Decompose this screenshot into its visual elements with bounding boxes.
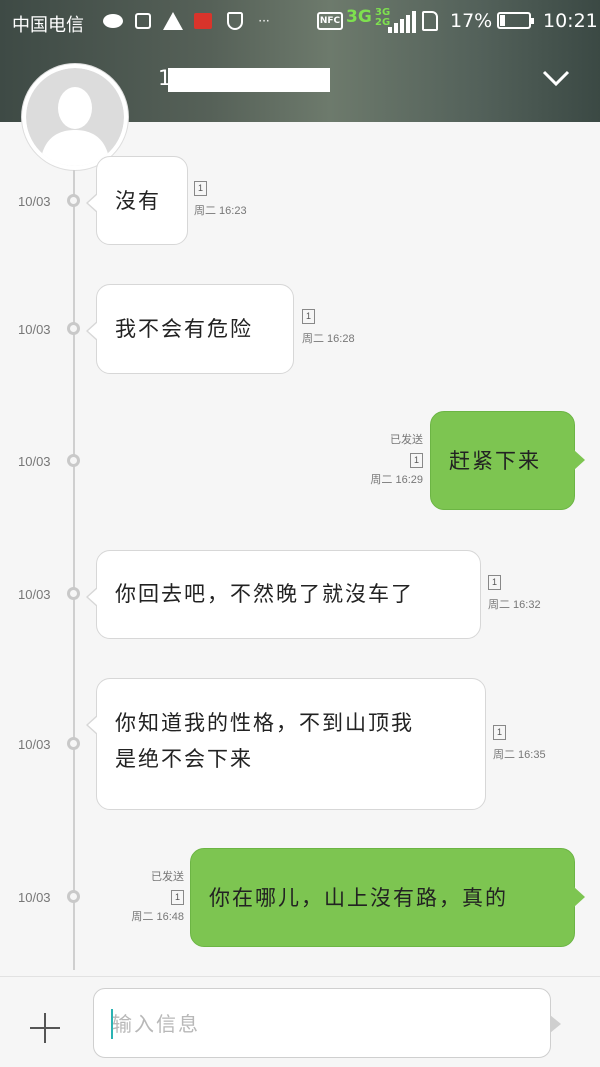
message-date: 10/03 — [18, 737, 51, 752]
outgoing-bubble[interactable]: 赶紧下来 — [430, 411, 585, 510]
message-text-line2: 是绝不会下来 — [115, 747, 253, 771]
huawei-icon — [192, 10, 214, 32]
message-time: 周二 16:32 — [488, 599, 541, 611]
chevron-down-icon[interactable] — [540, 64, 572, 92]
shield-icon — [224, 10, 246, 32]
more-notifications-icon: ··· — [258, 14, 270, 28]
status-time: 10:21 — [543, 10, 598, 32]
sim-badge: 1 — [194, 181, 207, 196]
outgoing-bubble[interactable]: 你在哪儿，山上沒有路，真的 — [190, 848, 585, 947]
message-time: 周二 16:29 — [370, 474, 423, 486]
lock-icon — [132, 10, 154, 32]
message-text: 沒有 — [115, 189, 161, 213]
message-meta: 1 周二 16:35 — [493, 725, 546, 762]
incoming-bubble[interactable]: 我不会有危险 — [86, 284, 294, 374]
sim-icon — [421, 10, 439, 32]
wechat-icon — [102, 10, 124, 32]
sent-status: 已发送 — [151, 871, 184, 883]
message-input-container[interactable] — [93, 988, 561, 1058]
message-time: 周二 16:28 — [302, 333, 355, 345]
timeline-line — [73, 170, 75, 970]
nfc-label: NFC — [316, 12, 344, 30]
message-date: 10/03 — [18, 890, 51, 905]
timeline-dot — [67, 737, 80, 750]
carrier-label: 中国电信 — [12, 15, 84, 36]
status-bar: 中国电信 ··· NFC 3G 3G 2G 17% 10:21 — [0, 0, 600, 44]
message-meta: 已发送 1 周二 16:29 — [355, 433, 423, 487]
network-3g-label: 3G — [346, 7, 372, 27]
message-time: 周二 16:48 — [131, 911, 184, 923]
message-meta: 1 周二 16:28 — [302, 309, 355, 346]
message-meta: 1 周二 16:32 — [488, 575, 541, 612]
contact-name-redacted — [168, 68, 330, 92]
timeline-dot — [67, 454, 80, 467]
timeline-dot — [67, 587, 80, 600]
timeline-dot — [67, 194, 80, 207]
avatar-placeholder-icon — [40, 87, 110, 166]
sent-status: 已发送 — [390, 434, 423, 446]
battery-icon — [497, 12, 534, 29]
message-text-line1: 你知道我的性格，不到山顶我 — [115, 711, 414, 735]
message-meta: 1 周二 16:23 — [194, 181, 247, 218]
add-icon[interactable] — [28, 1011, 62, 1045]
timeline-dot — [67, 890, 80, 903]
sim-badge: 1 — [493, 725, 506, 740]
sim-badge: 1 — [488, 575, 501, 590]
message-date: 10/03 — [18, 194, 51, 209]
battery-percent: 17% — [450, 10, 493, 32]
nfc-icon: NFC — [316, 10, 344, 32]
sim-badge: 1 — [302, 309, 315, 324]
message-time: 周二 16:35 — [493, 749, 546, 761]
sim-badge: 1 — [410, 453, 423, 468]
message-text: 我不会有危险 — [115, 317, 253, 341]
message-input[interactable] — [112, 1007, 532, 1041]
message-date: 10/03 — [18, 587, 51, 602]
contact-avatar[interactable] — [22, 64, 128, 170]
warning-icon — [162, 10, 184, 32]
message-date: 10/03 — [18, 322, 51, 337]
message-text: 赶紧下来 — [449, 449, 541, 473]
message-text: 你在哪儿，山上沒有路，真的 — [209, 886, 508, 910]
message-date: 10/03 — [18, 454, 51, 469]
message-text: 你回去吧，不然晚了就沒车了 — [115, 582, 414, 606]
incoming-bubble[interactable]: 你回去吧，不然晚了就沒车了 — [86, 550, 481, 639]
signal-icon — [388, 11, 416, 33]
incoming-bubble[interactable]: 沒有 — [86, 156, 188, 245]
message-meta: 已发送 1 周二 16:48 — [114, 870, 184, 924]
sim-badge: 1 — [171, 890, 184, 905]
incoming-bubble[interactable]: 你知道我的性格，不到山顶我 是绝不会下来 — [86, 678, 486, 810]
timeline-dot — [67, 322, 80, 335]
message-time: 周二 16:23 — [194, 205, 247, 217]
